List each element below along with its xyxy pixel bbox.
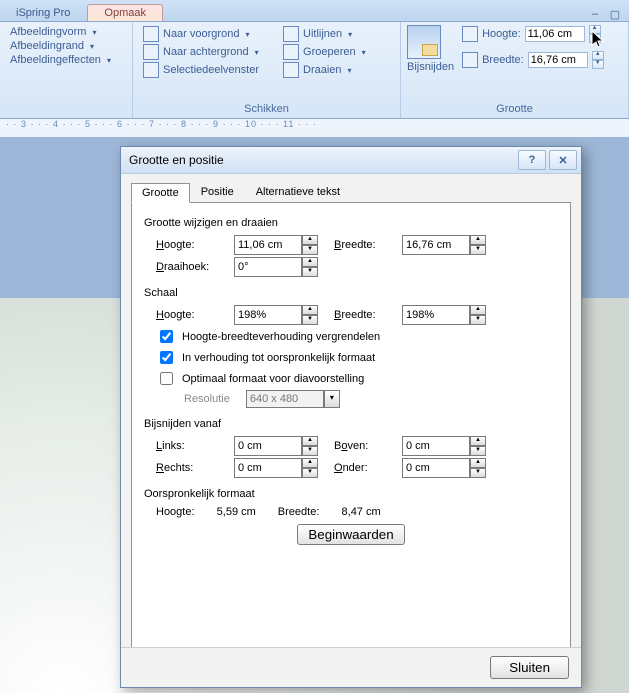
height-spinbox[interactable]: ▲▼ [234,235,318,255]
dialog-help-button[interactable]: ? [518,150,546,170]
section-crop: Bijsnijden vanaf [144,418,558,430]
best-slideshow-input[interactable] [160,372,173,385]
cmd-group[interactable]: Groeperen [279,43,370,61]
window-restore-icon[interactable]: ▢ [607,7,623,21]
best-slideshow-checkbox[interactable]: Optimaal formaat voor diavoorstelling [156,369,558,388]
rotation-field-label: Draaihoek: [156,261,226,273]
crop-left-input[interactable] [234,436,302,456]
cmd-effects[interactable]: Afbeeldingeffecten [6,53,126,67]
tab-alttext[interactable]: Alternatieve tekst [245,182,351,202]
dialog-form: Grootte wijzigen en draaien Hoogte: ▲▼ B… [131,203,571,647]
crop-bottom-label: Onder: [334,462,394,474]
cmd-bring-front[interactable]: Naar voorgrond [139,25,263,43]
scale-width-spinbox[interactable]: ▲▼ [402,305,486,325]
crop-bottom-input[interactable] [402,458,470,478]
height-icon [462,26,478,42]
crop-left-spinbox[interactable]: ▲▼ [234,436,318,456]
rotate-icon [283,62,299,78]
orig-height-value: 5,59 cm [217,506,256,518]
orig-width-value: 8,47 cm [342,506,381,518]
selection-pane-icon [143,62,159,78]
lock-aspect-label: Hoogte-breedteverhouding vergrendelen [182,331,380,343]
ribbon-width-input[interactable] [528,52,588,68]
scale-height-label: Hoogte: [156,309,226,321]
cmd-selection-pane[interactable]: Selectiedeelvenster [139,61,263,79]
size-position-dialog: Grootte en positie ? ✕ Grootte Positie A… [120,146,582,688]
crop-right-label: Rechts: [156,462,226,474]
align-icon [283,26,299,42]
resolution-combo: ▾ [246,390,340,408]
height-field-label: Hoogte: [156,239,226,251]
section-scale: Schaal [144,287,558,299]
scale-width-label: Breedte: [334,309,394,321]
group-arrange-title: Schikken [139,101,394,118]
group-size-title: Grootte [407,101,622,118]
width-label: Breedte: [482,54,524,66]
relative-original-label: In verhouding tot oorspronkelijk formaat [182,352,375,364]
orig-height-label: Hoogte: [156,506,195,518]
crop-top-input[interactable] [402,436,470,456]
crop-top-spinbox[interactable]: ▲▼ [402,436,486,456]
group-size: Bijsnijden Hoogte: ▲▼ Breedte: ▲▼ Groot [401,22,629,118]
cmd-send-back[interactable]: Naar achtergrond [139,43,263,61]
tab-opmaak[interactable]: Opmaak [87,4,163,21]
cmd-shape[interactable]: Afbeeldingvorm [6,25,126,39]
relative-original-checkbox[interactable]: In verhouding tot oorspronkelijk formaat [156,348,558,367]
tab-ispring[interactable]: iSpring Pro [0,5,86,21]
rotation-spinbox[interactable]: ▲▼ [234,257,318,277]
dialog-tabs: Grootte Positie Alternatieve tekst [131,182,571,203]
tab-size[interactable]: Grootte [131,183,190,203]
crop-label[interactable]: Bijsnijden [407,61,454,73]
dialog-footer: Sluiten [121,647,581,687]
scale-width-input[interactable] [402,305,470,325]
close-button[interactable]: Sluiten [490,656,569,679]
dialog-close-button[interactable]: ✕ [549,150,577,170]
dialog-title: Grootte en positie [129,153,515,167]
width-icon [462,52,478,68]
ribbon-tabs: iSpring Pro Opmaak – ▢ [0,0,629,22]
lock-aspect-input[interactable] [160,330,173,343]
send-back-icon [143,44,159,60]
rotation-input[interactable] [234,257,302,277]
section-resize: Grootte wijzigen en draaien [144,217,558,229]
dialog-titlebar[interactable]: Grootte en positie ? ✕ [121,147,581,174]
height-input[interactable] [234,235,302,255]
ribbon: Afbeeldingvorm Afbeeldingrand Afbeelding… [0,22,629,119]
width-spinbox[interactable]: ▲▼ [402,235,486,255]
group-icon [283,44,299,60]
ribbon-height-spinner[interactable]: ▲▼ [589,25,601,43]
crop-right-spinbox[interactable]: ▲▼ [234,458,318,478]
resolution-label: Resolutie [184,393,230,405]
tab-position[interactable]: Positie [190,182,245,202]
crop-left-label: Links: [156,440,226,452]
horizontal-ruler: · · 3 · · · 4 · · · 5 · · · 6 · · · 7 · … [0,119,629,138]
orig-width-label: Breedte: [278,506,320,518]
group-image-styles-title [6,101,126,118]
crop-right-input[interactable] [234,458,302,478]
ribbon-width-spinner[interactable]: ▲▼ [592,51,604,69]
best-slideshow-label: Optimaal formaat voor diavoorstelling [182,373,364,385]
window-minimize-icon[interactable]: – [587,7,603,21]
lock-aspect-checkbox[interactable]: Hoogte-breedteverhouding vergrendelen [156,327,558,346]
bring-front-icon [143,26,159,42]
section-original: Oorspronkelijk formaat [144,488,558,500]
relative-original-input[interactable] [160,351,173,364]
height-label: Hoogte: [482,28,521,40]
width-field-label: Breedte: [334,239,394,251]
width-input[interactable] [402,235,470,255]
cmd-rotate[interactable]: Draaien [279,61,370,79]
scale-height-spinbox[interactable]: ▲▼ [234,305,318,325]
crop-bottom-spinbox[interactable]: ▲▼ [402,458,486,478]
crop-top-label: Boven: [334,440,394,452]
ribbon-height-input[interactable] [525,26,585,42]
group-image-styles: Afbeeldingvorm Afbeeldingrand Afbeelding… [0,22,133,118]
group-arrange: Naar voorgrond Naar achtergrond Selectie… [133,22,401,118]
scale-height-input[interactable] [234,305,302,325]
cmd-align[interactable]: Uitlijnen [279,25,370,43]
cmd-border[interactable]: Afbeeldingrand [6,39,126,53]
reset-button[interactable]: Beginwaarden [297,524,404,545]
resolution-input [246,390,324,408]
crop-icon[interactable] [407,25,441,59]
